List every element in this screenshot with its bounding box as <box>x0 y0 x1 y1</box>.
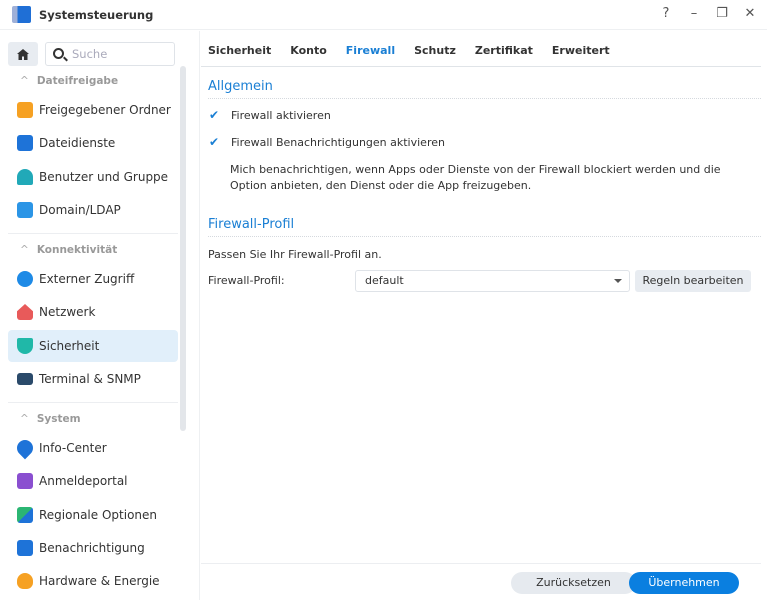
home-button[interactable] <box>8 42 38 66</box>
sidebar-item-label: Freigegebener Ordner <box>39 103 171 117</box>
sidebar-item-label: Externer Zugriff <box>39 272 135 286</box>
group-label: Konnektivität <box>36 244 118 256</box>
footer-divider <box>201 563 761 564</box>
sidebar-item-shared-folder[interactable]: Freigegebener Ordner <box>8 94 178 126</box>
lightbulb-icon <box>17 573 33 589</box>
chevron-up-icon: ^ <box>20 244 29 256</box>
apply-button[interactable]: Übernehmen <box>629 572 739 594</box>
sidebar-item-label: Dateidienste <box>39 136 116 150</box>
sidebar-scrollbar[interactable] <box>180 66 186 431</box>
sidebar-item-network[interactable]: Netzwerk <box>8 296 178 328</box>
divider <box>8 402 178 403</box>
enable-notifications-checkbox[interactable]: ✔ Firewall Benachrichtigungen aktivieren <box>209 135 445 150</box>
tab-divider <box>201 66 761 67</box>
sidebar-item-label: Anmeldeportal <box>39 474 128 488</box>
sidebar-item-domain[interactable]: Domain/LDAP <box>8 194 178 226</box>
restore-button[interactable]: ❐ <box>715 6 729 21</box>
shield-icon <box>17 338 33 354</box>
network-home-icon <box>17 304 33 320</box>
tab-konto[interactable]: Konto <box>290 44 327 57</box>
sidebar-item-label: Regionale Optionen <box>39 508 158 522</box>
tab-schutz[interactable]: Schutz <box>414 44 456 57</box>
sidebar-item-login-portal[interactable]: Anmeldeportal <box>8 465 178 497</box>
profile-hint: Passen Sie Ihr Firewall-Profil an. <box>208 248 382 261</box>
sidebar-item-users[interactable]: Benutzer und Gruppe <box>8 161 178 193</box>
sidebar-item-label: Sicherheit <box>39 339 100 353</box>
help-button[interactable]: ? <box>659 6 673 21</box>
chevron-up-icon: ^ <box>20 75 29 87</box>
sidebar-item-terminal[interactable]: Terminal & SNMP <box>8 363 178 395</box>
tab-erweitert[interactable]: Erweitert <box>552 44 610 57</box>
tab-firewall[interactable]: Firewall <box>346 44 395 57</box>
group-system[interactable]: ^ System <box>20 413 81 425</box>
file-services-icon <box>17 135 33 151</box>
close-button[interactable]: ✕ <box>743 6 757 21</box>
sidebar: Suche ^ Dateifreigabe Freigegebener Ordne… <box>0 31 200 600</box>
main-panel: Sicherheit Konto Firewall Schutz Zertifi… <box>201 31 767 600</box>
sidebar-item-label: Netzwerk <box>39 305 96 319</box>
sidebar-item-label: Benutzer und Gruppe <box>39 170 169 184</box>
profile-label: Firewall-Profil: <box>208 274 285 287</box>
info-icon <box>13 436 37 460</box>
users-icon <box>17 169 33 185</box>
enable-firewall-checkbox[interactable]: ✔ Firewall aktivieren <box>209 108 331 123</box>
checkmark-icon: ✔ <box>209 135 220 149</box>
group-label: Dateifreigabe <box>36 75 119 87</box>
notification-description: Mich benachrichtigen, wenn Apps oder Die… <box>230 163 721 192</box>
select-value: default <box>365 274 404 287</box>
divider <box>208 98 761 99</box>
sidebar-item-label: Domain/LDAP <box>39 203 121 217</box>
folder-icon <box>17 102 33 118</box>
regional-icon <box>17 507 33 523</box>
notification-icon <box>17 540 33 556</box>
tab-sicherheit[interactable]: Sicherheit <box>208 44 271 57</box>
checkmark-icon: ✔ <box>209 108 220 122</box>
dropdown-arrow-icon <box>614 279 622 283</box>
search-input[interactable]: Suche <box>45 42 175 66</box>
sidebar-item-file-services[interactable]: Dateidienste <box>8 127 178 159</box>
checkbox-label: Firewall aktivieren <box>231 109 331 122</box>
chevron-up-icon: ^ <box>20 413 29 425</box>
group-konnektivitaet[interactable]: ^ Konnektivität <box>20 244 117 256</box>
sidebar-item-regional[interactable]: Regionale Optionen <box>8 499 178 531</box>
control-panel-icon <box>12 6 31 23</box>
firewall-profile-select[interactable]: default <box>355 270 630 292</box>
group-dateifreigabe[interactable]: ^ Dateifreigabe <box>20 75 118 87</box>
sidebar-item-label: Terminal & SNMP <box>39 372 141 386</box>
group-label: System <box>36 413 81 425</box>
section-heading-profile: Firewall-Profil <box>208 217 295 232</box>
sidebar-item-label: Benachrichtigung <box>39 541 145 555</box>
edit-rules-button[interactable]: Regeln bearbeiten <box>635 270 751 292</box>
search-placeholder: Suche <box>72 47 108 61</box>
title-bar: Systemsteuerung ? – ❐ ✕ <box>0 0 767 30</box>
minimize-button[interactable]: – <box>687 6 701 21</box>
checkbox-label: Firewall Benachrichtigungen aktivieren <box>231 136 445 149</box>
divider <box>8 233 178 234</box>
link-icon <box>17 271 33 287</box>
sidebar-item-label: Hardware & Energie <box>39 574 160 588</box>
sidebar-item-hardware[interactable]: Hardware & Energie <box>8 565 178 597</box>
sidebar-item-external-access[interactable]: Externer Zugriff <box>8 263 178 295</box>
home-icon <box>17 48 29 60</box>
sidebar-item-notification[interactable]: Benachrichtigung <box>8 532 178 564</box>
window-title: Systemsteuerung <box>39 8 154 22</box>
divider <box>208 236 761 237</box>
tab-bar: Sicherheit Konto Firewall Schutz Zertifi… <box>208 44 610 57</box>
domain-icon <box>17 202 33 218</box>
search-icon <box>53 48 64 59</box>
sidebar-item-security[interactable]: Sicherheit <box>8 330 178 362</box>
section-heading-general: Allgemein <box>208 79 273 94</box>
tab-zertifikat[interactable]: Zertifikat <box>475 44 533 57</box>
login-portal-icon <box>17 473 33 489</box>
sidebar-item-label: Info-Center <box>39 441 107 455</box>
terminal-icon <box>17 373 33 385</box>
sidebar-item-info-center[interactable]: Info-Center <box>8 432 178 464</box>
reset-button[interactable]: Zurücksetzen <box>511 572 636 594</box>
